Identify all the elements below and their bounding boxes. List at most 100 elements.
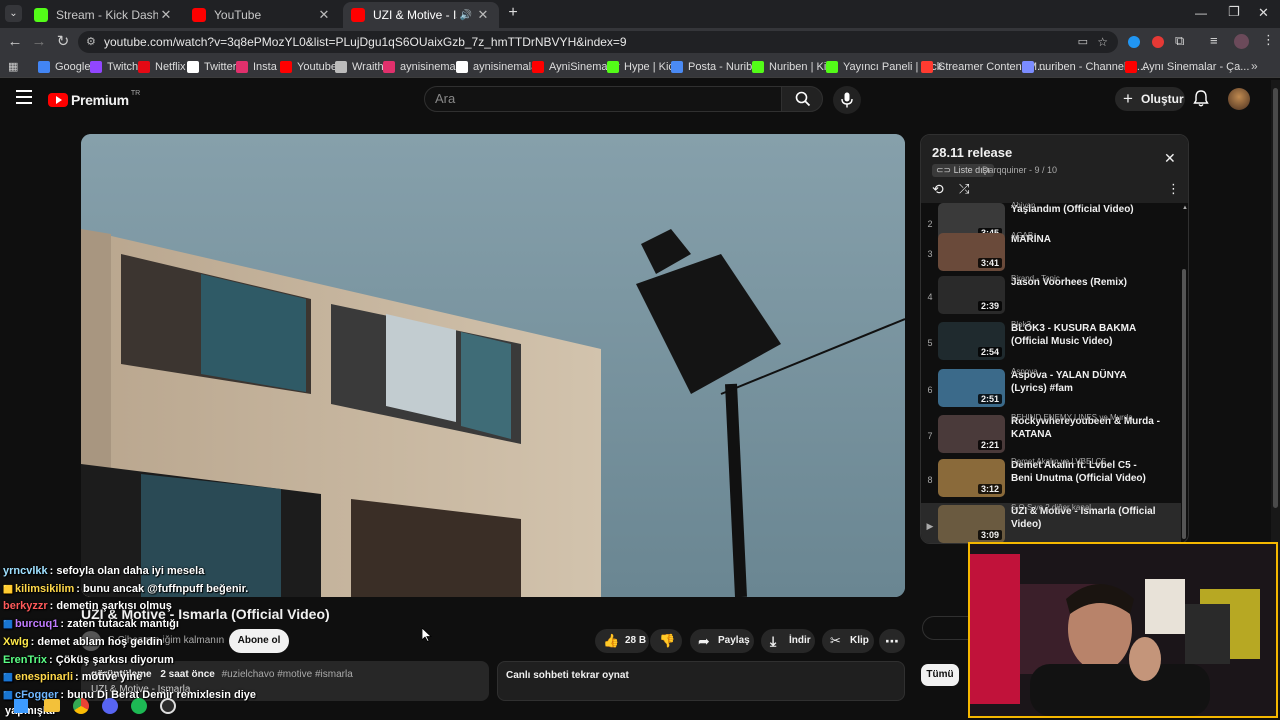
minimize-icon[interactable]: — (1195, 6, 1207, 20)
bookmark-favicon-icon (1125, 61, 1137, 73)
install-app-icon[interactable]: ▭ (1078, 31, 1088, 53)
close-window-icon[interactable]: ✕ (1258, 5, 1269, 21)
obs-taskbar-icon[interactable] (160, 698, 176, 714)
youtube-logo[interactable]: Premium TR (48, 90, 140, 110)
playlist-menu-icon[interactable]: ⋮ (1167, 181, 1180, 197)
bookmark-item[interactable]: Nuriben | Kick (752, 58, 837, 76)
like-button[interactable]: 👍 28 B (595, 629, 649, 653)
account-avatar[interactable] (1228, 88, 1250, 110)
thumbs-up-icon: 👍 (603, 633, 620, 648)
dislike-button[interactable]: 👎 (650, 629, 682, 653)
close-tab-icon[interactable]: ✕ (475, 7, 491, 23)
playlist-item-thumbnail[interactable]: 2:21 (938, 415, 1005, 453)
browser-tab-video[interactable]: UZI & Motive - Ismarla (Offi 🔊 ✕ (343, 2, 499, 28)
file-explorer-icon[interactable] (44, 699, 60, 712)
notifications-bell-icon[interactable] (1193, 90, 1209, 107)
extension-icon-blue[interactable] (1128, 36, 1140, 48)
bookmark-label: Aynı Sinemalar - Ça... (1142, 61, 1250, 73)
share-button[interactable]: ➦ Paylaş (690, 629, 754, 653)
filter-chip-all[interactable]: Tümü (921, 664, 959, 686)
bookmark-item[interactable]: Twitch (90, 58, 138, 76)
bookmark-item[interactable]: Wraith (335, 58, 384, 76)
playlist-item-thumbnail[interactable]: 2:39 (938, 276, 1005, 314)
discord-taskbar-icon[interactable] (102, 698, 118, 714)
search-input[interactable]: Ara (424, 86, 782, 112)
duration-badge: 2:51 (977, 394, 1002, 404)
youtube-favicon (351, 8, 365, 22)
playlist-item-thumbnail[interactable]: 3:09 (938, 505, 1005, 543)
close-playlist-icon[interactable]: ✕ (1164, 150, 1176, 167)
browser-tab-youtube[interactable]: YouTube ✕ (184, 2, 340, 28)
extension-icon-red[interactable] (1152, 36, 1164, 48)
hashtags[interactable]: #uzielchavo #motive #ismarla (222, 669, 353, 680)
download-button[interactable]: ⤓ İndir (761, 629, 815, 653)
bookmark-item[interactable]: Posta - Nuriben (671, 58, 764, 76)
media-control-icon[interactable]: ≡ (1210, 33, 1218, 48)
new-tab-button[interactable]: + (504, 4, 522, 22)
windows-start-icon[interactable] (14, 699, 28, 713)
playlist-item[interactable]: 5 2:54 BLOK3 - KUSURA BAKMA (Official Musi… (921, 320, 1181, 366)
playlist-item-thumbnail[interactable]: 3:41 (938, 233, 1005, 271)
bookmark-item[interactable]: Aynı Sinemalar - Ça... (1125, 58, 1249, 76)
subscribe-button[interactable]: Abone ol (229, 629, 289, 653)
browser-menu-icon[interactable]: ⋮ (1262, 32, 1275, 48)
browser-tab-kick-dashboard[interactable]: Stream - Kick Dashboard ✕ (26, 2, 182, 28)
bookmark-star-icon[interactable]: ☆ (1097, 31, 1108, 53)
shuffle-icon[interactable]: ⤮ (959, 181, 969, 197)
chat-replay-panel[interactable]: Canlı sohbeti tekrar oynat (497, 661, 905, 701)
extensions-puzzle-icon[interactable]: ⧉ (1175, 33, 1184, 49)
bookmark-item[interactable]: aynisinemalar (456, 58, 541, 76)
maximize-icon[interactable]: ❐ (1228, 4, 1240, 20)
voice-search-button[interactable] (833, 86, 861, 114)
chat-text: : demet ablam hoş geldin (30, 636, 163, 648)
playlist-item-index: 6 (927, 385, 933, 395)
profile-avatar-icon[interactable] (1234, 34, 1249, 49)
speaker-icon[interactable]: 🔊 (460, 10, 472, 21)
bookmark-item[interactable]: Youtube (280, 58, 337, 76)
bookmark-favicon-icon (921, 61, 933, 73)
search-button[interactable] (781, 86, 823, 112)
bookmark-item[interactable]: Hype | Kick (607, 58, 679, 76)
video-player[interactable] (81, 134, 905, 597)
thumbs-down-icon: 👎 (659, 633, 676, 648)
chrome-taskbar-icon[interactable] (73, 698, 89, 714)
playlist-item[interactable]: 7 2:21 Rockywhereyoubeen & Murda - KATANA B… (921, 413, 1181, 459)
spotify-taskbar-icon[interactable] (131, 698, 147, 714)
playlist-item-thumbnail[interactable]: 3:12 (938, 459, 1005, 497)
playlist-item[interactable]: 4 2:39 Jason Voorhees (Remix) Birand - Topi… (921, 274, 1181, 320)
create-button[interactable]: + Oluştur (1115, 87, 1185, 111)
address-bar[interactable]: ⚙ youtube.com/watch?v=3q8ePMozYL0&list=P… (78, 31, 1118, 53)
forward-arrow-icon[interactable]: → (30, 33, 48, 51)
playlist-item[interactable]: 6 2:51 Aspova - YALAN DÜNYA (Lyrics) #fam A… (921, 367, 1181, 413)
playlist-item-thumbnail[interactable]: 2:54 (938, 322, 1005, 360)
back-arrow-icon[interactable]: ← (6, 33, 24, 51)
bookmark-item[interactable]: Insta (236, 58, 277, 76)
apps-grid-icon[interactable]: ▦ (8, 60, 18, 73)
bookmark-label: Twitter (204, 61, 237, 73)
playlist-item[interactable]: 3 3:41 MARİNA AGAB (921, 231, 1181, 277)
playlist-item-thumbnail[interactable]: 2:51 (938, 369, 1005, 407)
more-bookmarks-icon[interactable]: » (1251, 59, 1258, 73)
bookmark-item[interactable]: Netflix (138, 58, 186, 76)
tab-search-dropdown[interactable]: ⌄ (5, 5, 22, 22)
bookmark-item[interactable]: Google (38, 58, 90, 76)
browser-tab-strip: ⌄ Stream - Kick Dashboard ✕ YouTube ✕ UZ… (0, 0, 1280, 28)
bookmark-item[interactable]: Twitter (187, 58, 236, 76)
playlist-item-current[interactable]: ▶ 3:09 UZI & Motive - Ismarla (Official Vi… (921, 503, 1181, 543)
chat-username: ErenTrix (3, 654, 48, 666)
chat-badge-icon: 🟦 (3, 620, 13, 629)
chat-username: burcuq1 (14, 618, 59, 630)
reload-icon[interactable]: ↻ (54, 33, 72, 51)
close-tab-icon[interactable]: ✕ (316, 7, 332, 23)
playlist-scrollbar[interactable]: ▲ (1181, 205, 1188, 543)
loop-icon[interactable]: ⟲ (932, 181, 944, 198)
playlist-title[interactable]: 28.11 release (932, 145, 1012, 160)
playlist-item-index: 3 (927, 249, 933, 259)
playlist-item[interactable]: 8 3:12 Demet Akalın ft. Lvbel C5 - Beni Un… (921, 457, 1181, 503)
site-settings-icon[interactable]: ⚙ (86, 31, 96, 53)
close-tab-icon[interactable]: ✕ (158, 7, 174, 23)
kick-favicon (34, 8, 48, 22)
more-actions-button[interactable]: ⋯ (879, 629, 905, 653)
hamburger-menu-icon[interactable] (16, 90, 32, 104)
clip-button[interactable]: ✂ Klip (822, 629, 874, 653)
